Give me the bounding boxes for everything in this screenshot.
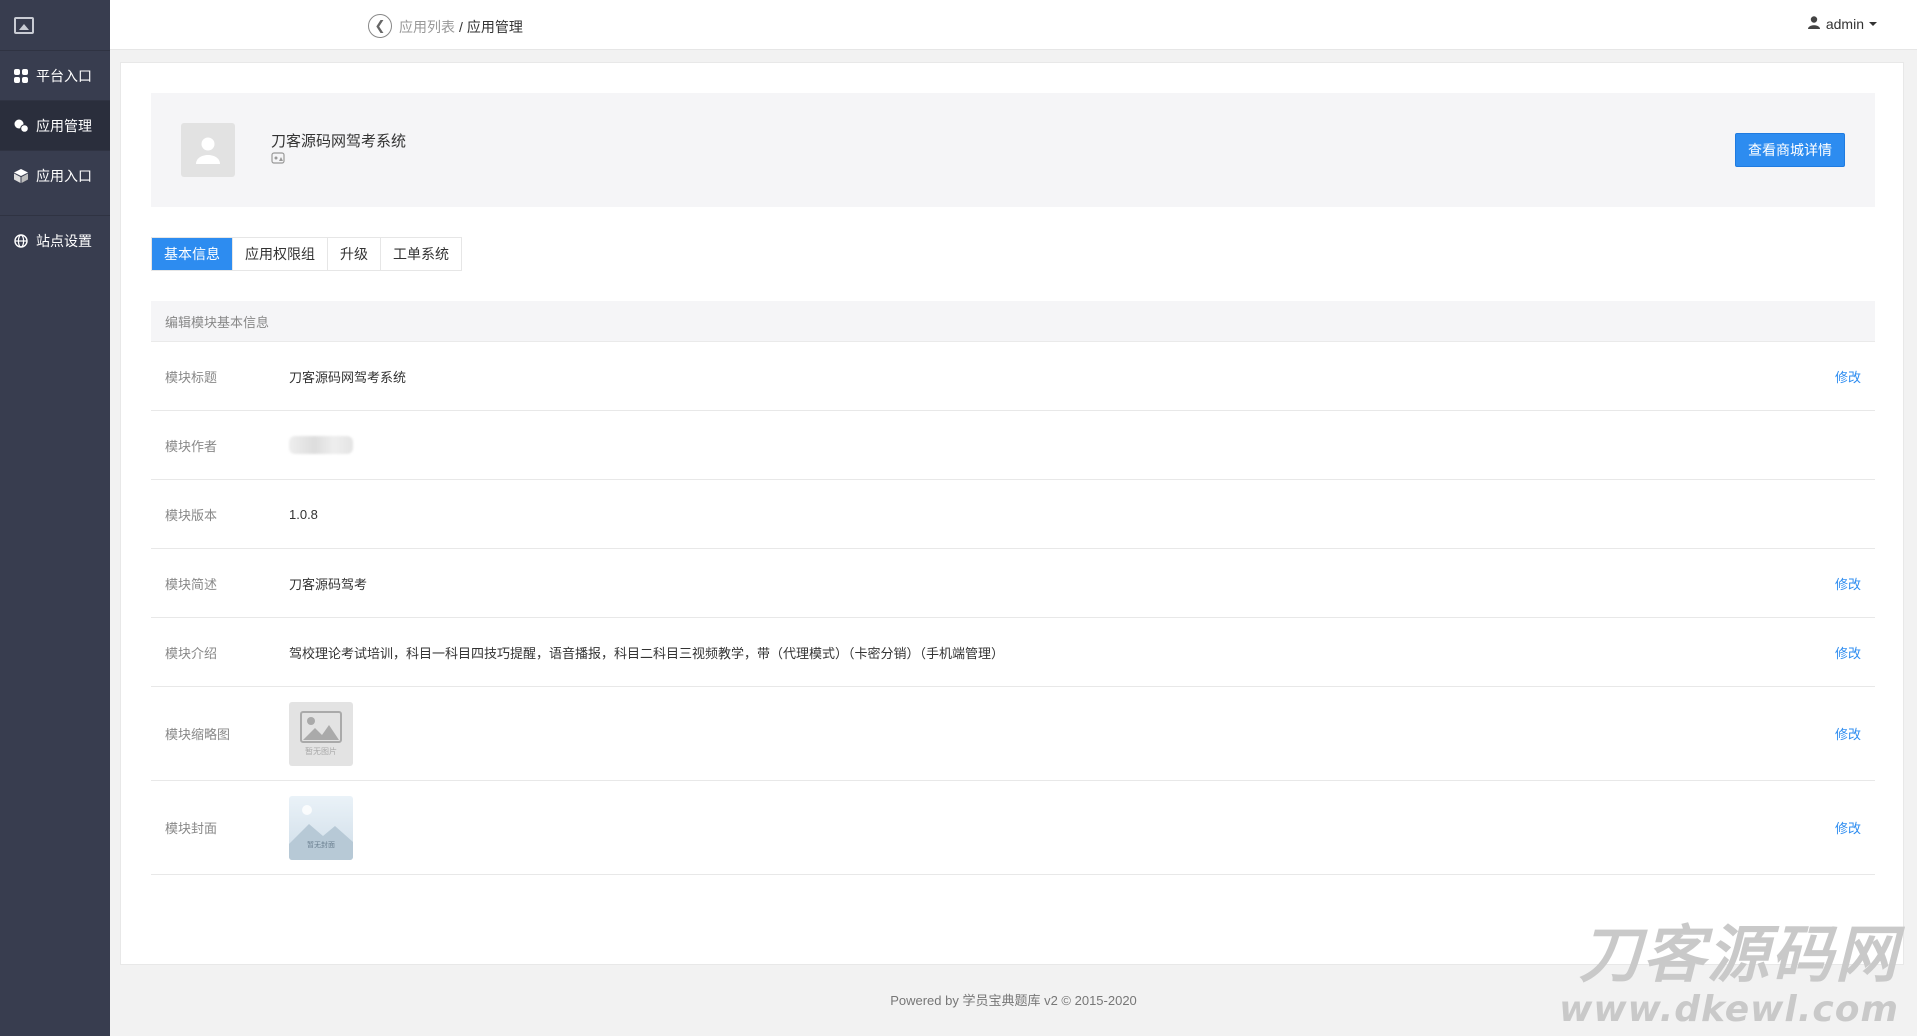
row-label: 模块介绍 [165,645,218,661]
row-value: 驾校理论考试培训，科目一科目四技巧提醒，语音播报，科目二科目三视频教学，带（代理… [289,645,1005,661]
grid-icon [13,68,29,84]
user-placeholder-icon [196,137,220,164]
tab-upgrade[interactable]: 升级 [328,238,381,270]
edit-summary-link[interactable]: 修改 [1835,574,1861,593]
main-panel: 刀客源码网驾考系统 查看商城详情 基本信息 应用权限组 升级 工单系统 编辑模块… [120,62,1904,965]
row-module-version: 模块版本 1.0.8 [151,480,1875,549]
sidebar-logo[interactable] [0,0,110,50]
caret-down-icon [1869,22,1877,26]
thumbnail-image: 暂无图片 [289,701,353,766]
row-label: 模块封面 [165,821,218,836]
row-module-thumbnail: 模块缩略图 暂无图片 修改 [151,687,1875,781]
row-module-title: 模块标题 刀客源码网驾考系统 修改 [151,342,1875,411]
cubes-icon [13,118,29,134]
sidebar-item-app-entry[interactable]: 应用入口 [0,150,110,200]
image-icon [14,16,34,34]
edit-intro-link[interactable]: 修改 [1835,643,1861,662]
sidebar-item-label: 应用入口 [36,167,92,184]
app-name: 刀客源码网驾考系统 [271,133,407,150]
breadcrumb-parent[interactable]: 应用列表 [399,19,455,35]
module-info-section: 编辑模块基本信息 模块标题 刀客源码网驾考系统 修改 模块作者 模块版本 1.0… [151,301,1875,875]
row-label: 模块版本 [165,507,218,523]
thumbnail-caption: 暂无图片 [305,746,337,756]
row-value: 刀客源码网驾考系统 [289,369,407,385]
user-icon [1807,16,1820,32]
app-header: 刀客源码网驾考系统 查看商城详情 [151,93,1875,207]
watermark-title: 刀客源码网 [1578,918,1899,991]
user-name: admin [1825,16,1864,32]
sidebar: 平台入口 应用管理 应用入口 站点设置 [0,0,110,1036]
tab-ticket-system[interactable]: 工单系统 [381,238,461,270]
edit-thumbnail-link[interactable]: 修改 [1835,724,1861,743]
top-bar: ❮ 应用列表 / 应用管理 admin [110,0,1917,50]
tab-permission-groups[interactable]: 应用权限组 [233,238,328,270]
cover-image: 暂无封面 [289,795,353,860]
globe-icon [13,233,29,249]
watermark: 刀客源码网 www.dkewl.com [1559,920,1899,1030]
tab-bar: 基本信息 应用权限组 升级 工单系统 [151,237,462,271]
sidebar-item-label: 应用管理 [36,117,92,134]
edit-cover-link[interactable]: 修改 [1835,818,1861,837]
sidebar-item-label: 平台入口 [36,67,92,84]
edit-title-link[interactable]: 修改 [1835,367,1861,386]
row-label: 模块缩略图 [165,727,231,742]
cube-icon [13,168,29,184]
blurred-author [289,436,353,454]
mountain-placeholder-icon [289,804,353,860]
cover-caption: 暂无封面 [307,841,335,849]
image-placeholder-icon [300,710,342,743]
app-avatar [181,123,235,177]
app-type-icon [271,151,285,165]
row-module-author: 模块作者 [151,411,1875,480]
section-title: 编辑模块基本信息 [151,301,1875,342]
row-module-cover: 模块封面 暂无封面 修改 [151,781,1875,875]
breadcrumb-current: 应用管理 [466,19,523,35]
row-label: 模块简述 [165,576,218,592]
sidebar-item-app-manage[interactable]: 应用管理 [0,100,110,150]
sidebar-item-site-settings[interactable]: 站点设置 [0,215,110,265]
sidebar-item-label: 站点设置 [36,232,92,249]
chevron-left-icon: ❮ [374,18,386,33]
breadcrumb: 应用列表 / 应用管理 [399,17,523,37]
sidebar-item-platform[interactable]: 平台入口 [0,50,110,100]
watermark-url: www.dkewl.com [1559,989,1899,1030]
user-menu[interactable]: admin [1807,16,1877,32]
back-button[interactable]: ❮ [368,14,392,38]
row-module-intro: 模块介绍 驾校理论考试培训，科目一科目四技巧提醒，语音播报，科目二科目三视频教学… [151,618,1875,687]
store-details-button[interactable]: 查看商城详情 [1735,133,1845,167]
tab-basic-info[interactable]: 基本信息 [152,238,233,270]
row-label: 模块标题 [165,369,218,385]
row-value: 1.0.8 [289,506,318,522]
row-value: 刀客源码驾考 [289,576,368,592]
breadcrumb-separator: / [459,19,463,35]
row-module-summary: 模块简述 刀客源码驾考 修改 [151,549,1875,618]
row-label: 模块作者 [165,438,218,454]
